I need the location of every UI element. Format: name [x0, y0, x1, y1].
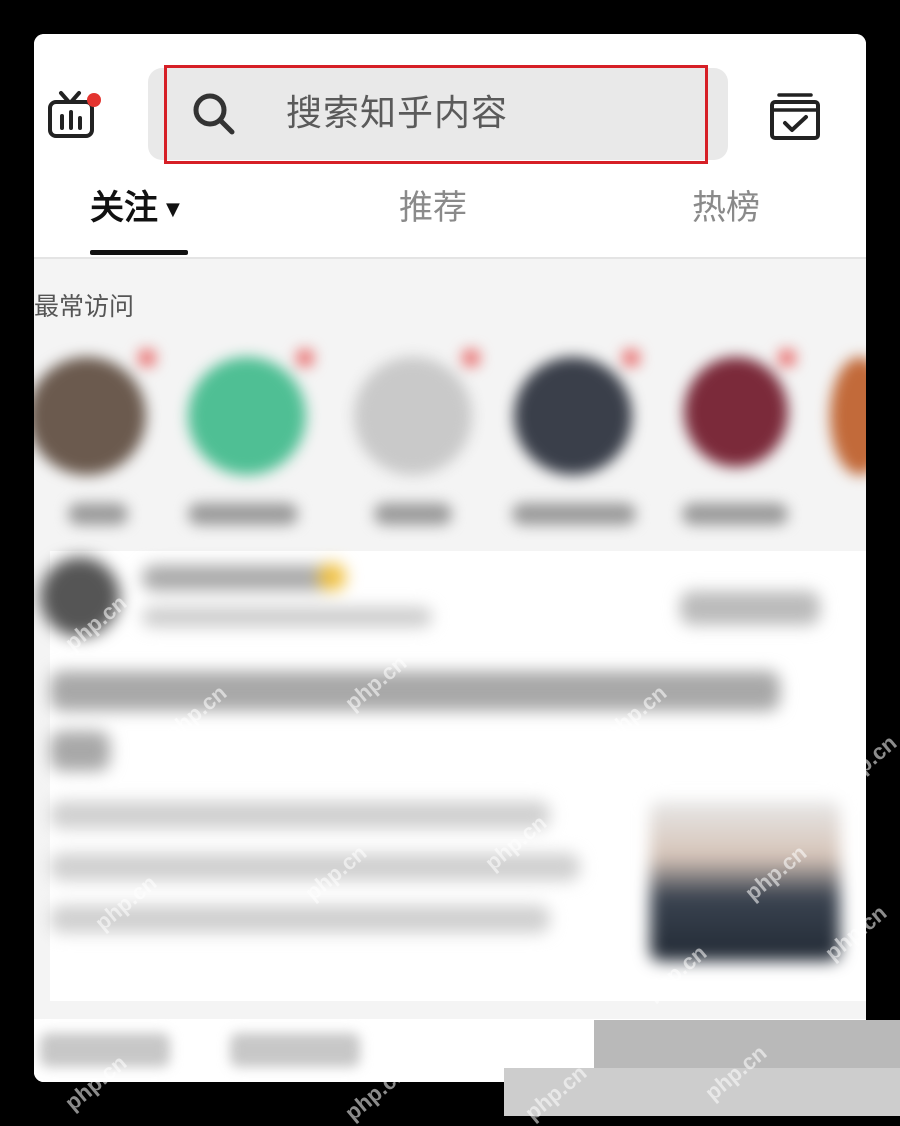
- search-placeholder: 搜索知乎内容: [286, 93, 509, 134]
- avatar-badge: [138, 349, 156, 367]
- avatar[interactable]: [684, 357, 788, 467]
- avatar-badge: [622, 349, 640, 367]
- feed-post-card[interactable]: [40, 551, 866, 1001]
- tab-recommend[interactable]: 推荐: [399, 186, 467, 230]
- avatar-label: [188, 503, 298, 525]
- tab-follow-label: 关注: [90, 188, 158, 228]
- avatar-label: [512, 503, 636, 525]
- recent-visits-strip: [34, 343, 866, 543]
- notification-dot: [87, 93, 101, 107]
- caret-down-icon: ▼: [166, 198, 180, 220]
- avatar[interactable]: [830, 357, 866, 475]
- tab-follow[interactable]: 关注 ▼: [90, 186, 180, 232]
- active-tab-indicator: [90, 250, 188, 255]
- avatar-badge: [462, 349, 480, 367]
- top-bar: 搜索知乎内容 关注 ▼ 推荐 热榜: [34, 34, 866, 259]
- avatar-label: [374, 503, 452, 525]
- section-title: 最常访问: [34, 292, 135, 321]
- tv-icon[interactable]: [46, 90, 104, 140]
- feed: 最常访问: [34, 259, 866, 1082]
- avatar[interactable]: [34, 357, 146, 475]
- post-content-blurred: [40, 551, 866, 1001]
- avatar[interactable]: [354, 357, 472, 475]
- avatar-badge: [778, 349, 796, 367]
- avatar[interactable]: [514, 357, 632, 475]
- comment-button[interactable]: [230, 1033, 360, 1067]
- avatar[interactable]: [188, 357, 306, 475]
- avatar-badge: [296, 349, 314, 367]
- tab-hot[interactable]: 热榜: [692, 186, 760, 230]
- avatar-label: [682, 503, 788, 525]
- avatar-label: [68, 503, 128, 525]
- phone-screen: 搜索知乎内容 关注 ▼ 推荐 热榜 最常访问: [34, 34, 866, 1082]
- search-icon: [193, 93, 235, 135]
- calendar-check-icon[interactable]: [769, 92, 821, 140]
